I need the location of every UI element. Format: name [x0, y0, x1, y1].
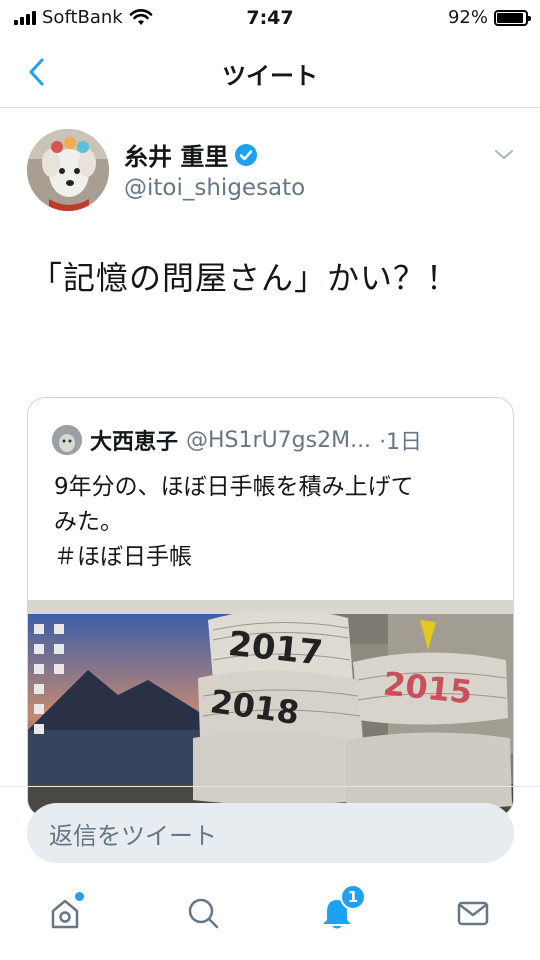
quoted-text-line: みた。 [54, 509, 123, 535]
tab-search[interactable] [178, 888, 228, 938]
status-right: 92% [447, 7, 531, 28]
quoted-tweet-card[interactable]: 大西恵子 @HS1rU7gs2M... ·1日 9年分の、ほぼ日手帳を積み上げて… [27, 397, 514, 817]
author-name-text: 糸井 重里 [124, 143, 229, 171]
page-title: ツイート [222, 62, 318, 90]
chevron-down-icon [495, 150, 513, 159]
reply-placeholder: 返信をツイート [49, 821, 217, 850]
dog-avatar-image [27, 129, 109, 211]
tab-notifications[interactable]: 1 [312, 884, 366, 938]
quoted-tweet-photo[interactable]: 2017 2018 2015 [28, 600, 513, 816]
battery-percent: 92% [447, 7, 488, 28]
battery-icon [494, 9, 531, 26]
verified-badge-icon [235, 143, 258, 166]
tab-bar: 1 [0, 878, 540, 960]
tab-messages[interactable] [448, 888, 498, 938]
quoted-author-handle: @HS1rU7gs2M... [186, 427, 372, 453]
tweet-text: 「記憶の問屋さん」かい？！ [30, 259, 460, 297]
author-name[interactable]: 糸井 重里 [124, 137, 258, 172]
author-handle[interactable]: @itoi_shigesato [124, 175, 305, 201]
notebooks-photo: 2017 2018 2015 [28, 600, 513, 816]
tweet-menu-button[interactable] [492, 145, 516, 165]
quoted-avatar [52, 425, 82, 455]
notification-badge: 1 [340, 884, 366, 910]
avatar[interactable] [27, 129, 109, 211]
status-bar: SoftBank 7:47 92% [0, 0, 540, 36]
quoted-tweet-header: 大西恵子 @HS1rU7gs2M... ·1日 [52, 424, 422, 456]
quoted-hashtag[interactable]: ＃ほぼ日手帳 [54, 540, 494, 575]
tab-home[interactable] [40, 888, 90, 938]
quoted-tweet-text: 9年分の、ほぼ日手帳を積み上げて みた。 ＃ほぼ日手帳 [54, 470, 494, 575]
nav-bar: ツイート [0, 36, 540, 108]
quoted-author-name: 大西恵子 [90, 430, 179, 455]
quoted-text-line: 9年分の、ほぼ日手帳を積み上げて [54, 474, 414, 500]
reply-area: 返信をツイート [0, 786, 540, 878]
reply-input[interactable]: 返信をツイート [27, 803, 514, 863]
search-icon [188, 898, 219, 929]
quoted-tweet-time: ·1日 [379, 430, 423, 455]
new-content-dot [75, 892, 84, 901]
messages-icon [457, 901, 489, 926]
